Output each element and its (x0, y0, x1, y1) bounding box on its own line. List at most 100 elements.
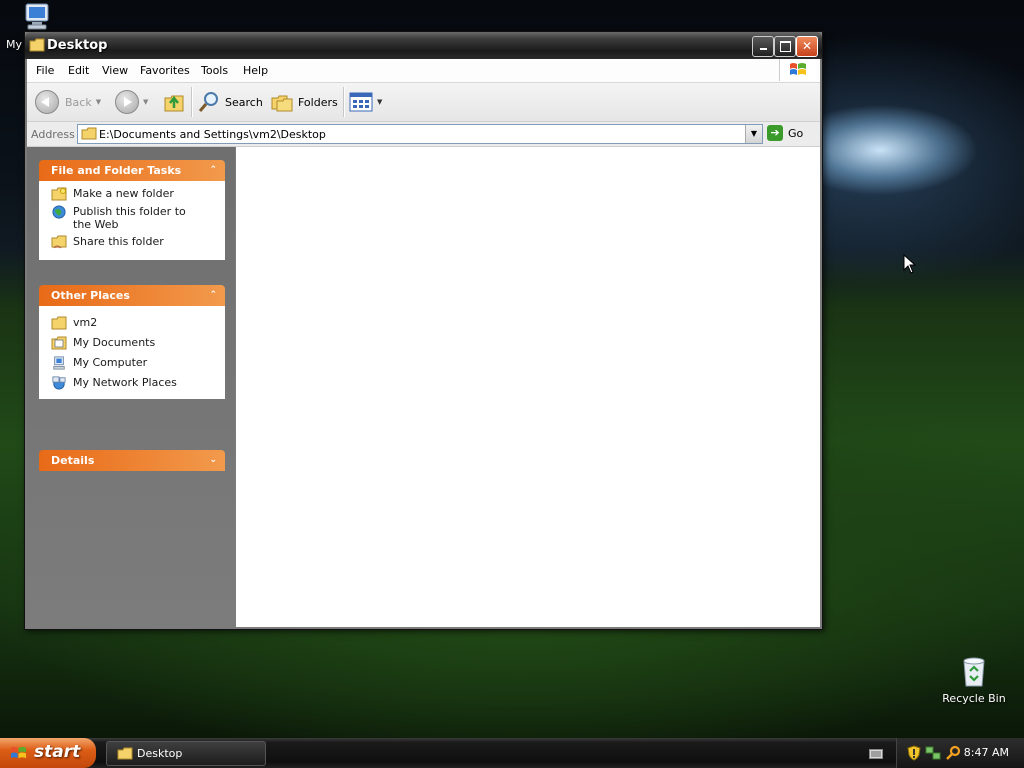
keyboard-icon[interactable] (869, 749, 883, 759)
windows-logo (779, 59, 816, 81)
views-icon (349, 92, 373, 112)
go-button[interactable]: ➔ Go (767, 125, 803, 141)
maximize-button[interactable] (774, 36, 796, 57)
shared-folder-icon (51, 235, 67, 249)
security-shield-icon[interactable] (907, 745, 921, 761)
system-tray: 8:47 AM (896, 738, 1024, 768)
place-my-documents[interactable]: My Documents (51, 336, 219, 350)
folder-icon (51, 316, 67, 330)
desktop-icon-label: My (6, 38, 23, 51)
search-icon (198, 92, 218, 112)
menu-bar: File Edit View Favorites Tools Help (27, 59, 820, 83)
task-publish-folder[interactable]: Publish this folder to the Web (51, 205, 219, 231)
back-arrow-icon (35, 90, 59, 114)
chevron-down-icon: ▼ (750, 129, 758, 138)
chevron-up-icon: ⌃ (209, 290, 217, 300)
menu-file[interactable]: File (36, 64, 54, 77)
menu-view[interactable]: View (102, 64, 128, 77)
close-button[interactable]: ✕ (796, 36, 818, 57)
chevron-down-icon: ▼ (377, 98, 383, 106)
folders-label: Folders (298, 95, 338, 109)
address-value: E:\Documents and Settings\vm2\Desktop (99, 128, 326, 141)
task-label: Publish this folder to the Web (73, 205, 186, 231)
toolbar: Back ▼ ▼ Search Folders ▼ (27, 83, 820, 122)
folder-icon (117, 747, 133, 760)
views-button[interactable]: ▼ (349, 89, 382, 115)
go-label: Go (788, 126, 804, 140)
desktop-icon-recycle-bin[interactable]: Recycle Bin (940, 655, 1008, 705)
title-bar[interactable]: Desktop ✕ (25, 32, 822, 59)
menu-tools[interactable]: Tools (201, 64, 228, 77)
chevron-down-icon: ▼ (95, 98, 102, 106)
minimize-button[interactable] (752, 36, 774, 57)
chevron-down-icon: ▼ (143, 98, 149, 106)
chevron-up-icon: ⌃ (209, 165, 217, 175)
toolbar-separator (343, 87, 345, 117)
other-places-panel: Other Places ⌃ vm2 My Documents My Compu… (39, 285, 225, 399)
task-share-folder[interactable]: Share this folder (51, 235, 219, 249)
address-input[interactable]: E:\Documents and Settings\vm2\Desktop ▼ (77, 124, 763, 144)
explorer-window[interactable]: Desktop ✕ File Edit View Favorites Tools… (24, 31, 823, 630)
up-folder-icon (164, 95, 184, 112)
folder-icon (29, 38, 45, 52)
close-icon: ✕ (801, 39, 813, 53)
panel-header[interactable]: Other Places ⌃ (39, 285, 225, 306)
task-label: Make a new folder (73, 187, 174, 200)
task-make-new-folder[interactable]: Make a new folder (51, 187, 219, 201)
clock[interactable]: 8:47 AM (964, 746, 1009, 759)
go-arrow-icon: ➔ (767, 125, 783, 141)
search-label: Search (225, 95, 263, 109)
start-label: start (34, 742, 81, 762)
search-button[interactable]: Search (198, 89, 263, 115)
address-dropdown-button[interactable]: ▼ (745, 125, 762, 143)
address-label: Address (31, 128, 75, 141)
task-pane: File and Folder Tasks ⌃ Make a new folde… (27, 147, 235, 627)
search-icon[interactable] (945, 745, 961, 761)
window-title: Desktop (47, 38, 108, 53)
panel-header[interactable]: File and Folder Tasks ⌃ (39, 160, 225, 181)
taskbar-item-label: Desktop (137, 747, 183, 760)
place-label: My Documents (73, 336, 156, 349)
desktop-icon-label: Recycle Bin (942, 692, 1006, 705)
panel-title: File and Folder Tasks (51, 164, 182, 177)
place-label: My Computer (73, 356, 148, 369)
place-label: My Network Places (73, 376, 177, 389)
place-vm2[interactable]: vm2 (51, 316, 219, 330)
place-my-network-places[interactable]: My Network Places (51, 376, 219, 390)
taskbar-item-desktop[interactable]: Desktop (106, 741, 266, 766)
maximize-icon (779, 41, 791, 52)
start-button[interactable]: start (0, 738, 96, 768)
panel-title: Details (51, 454, 95, 467)
chevron-down-icon: ⌄ (209, 455, 217, 465)
address-bar: Address E:\Documents and Settings\vm2\De… (27, 122, 820, 147)
forward-arrow-icon (115, 90, 139, 114)
network-icon (52, 376, 66, 390)
folder-icon (81, 127, 97, 140)
minimize-icon (759, 48, 767, 50)
panel-body: vm2 My Documents My Computer My Network … (39, 306, 225, 399)
menu-edit[interactable]: Edit (68, 64, 89, 77)
folders-button[interactable]: Folders (271, 89, 338, 115)
place-my-computer[interactable]: My Computer (51, 356, 219, 370)
file-list-area[interactable] (236, 147, 820, 627)
documents-icon (51, 336, 67, 350)
up-folder-button[interactable] (163, 89, 185, 115)
file-folder-tasks-panel: File and Folder Tasks ⌃ Make a new folde… (39, 160, 225, 260)
taskbar: start Desktop 8:47 AM (0, 738, 1024, 768)
panel-body: Make a new folder Publish this folder to… (39, 181, 225, 260)
desktop-icon-my-computer[interactable]: My (4, 2, 54, 51)
network-icon[interactable] (925, 745, 941, 761)
menu-help[interactable]: Help (243, 64, 268, 77)
windows-flag-icon (10, 746, 27, 759)
panel-title: Other Places (51, 289, 130, 302)
details-panel: Details ⌄ (39, 450, 225, 471)
back-label: Back (65, 95, 92, 109)
menu-favorites[interactable]: Favorites (140, 64, 190, 77)
back-button[interactable]: Back ▼ (35, 89, 101, 115)
new-folder-icon (51, 187, 67, 201)
panel-header[interactable]: Details ⌄ (39, 450, 225, 471)
computer-icon (53, 356, 65, 370)
place-label: vm2 (73, 316, 98, 329)
recycle-bin-icon (963, 657, 985, 687)
forward-button[interactable]: ▼ (115, 89, 148, 115)
